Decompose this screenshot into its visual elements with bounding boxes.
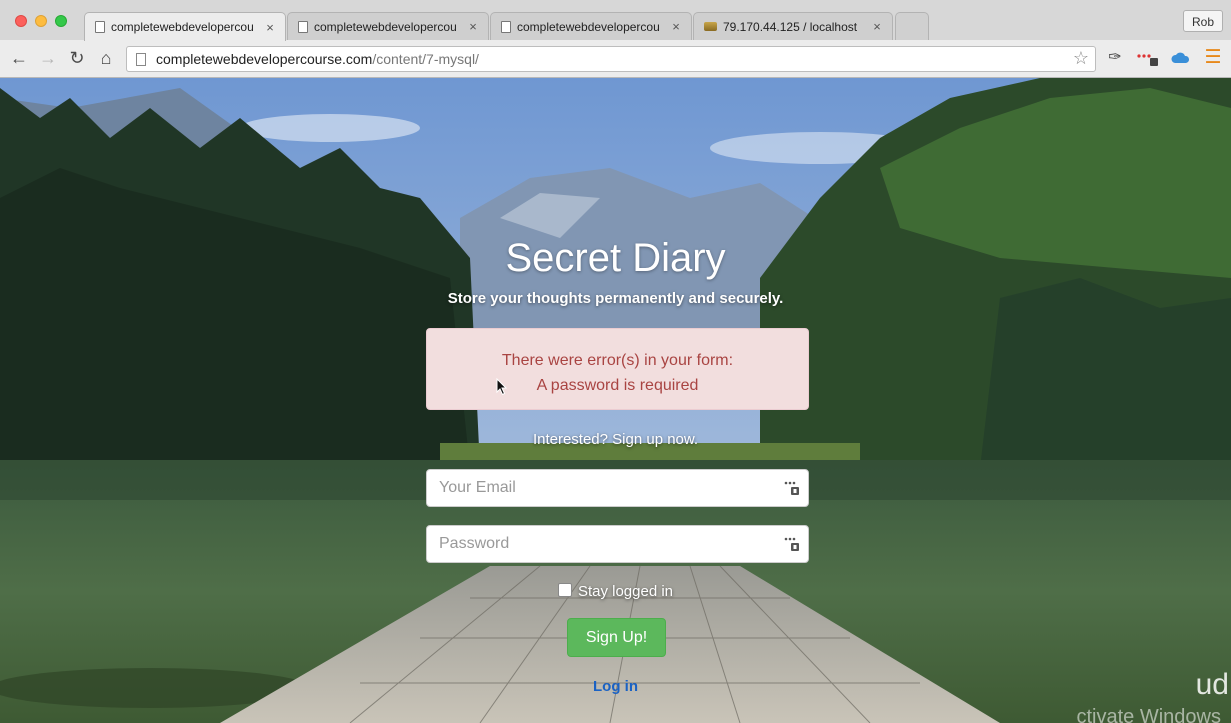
- close-tab-icon[interactable]: ×: [263, 20, 277, 35]
- address-bar[interactable]: completewebdevelopercourse.com/content/7…: [126, 46, 1096, 72]
- bookmark-star-icon[interactable]: ☆: [1073, 48, 1089, 69]
- page-viewport: Secret Diary Store your thoughts permane…: [0, 78, 1231, 723]
- url-text: completewebdevelopercourse.com/content/7…: [156, 51, 479, 67]
- browser-tab-1[interactable]: completewebdevelopercou ×: [84, 12, 286, 41]
- eyedropper-extension-icon[interactable]: ✑: [1104, 48, 1126, 68]
- browser-tab-3[interactable]: completewebdevelopercou ×: [490, 12, 692, 40]
- url-host: completewebdevelopercourse.com: [156, 51, 373, 67]
- tab-strip: completewebdevelopercou × completewebdev…: [0, 0, 1231, 41]
- tab-title: completewebdevelopercou: [517, 19, 660, 34]
- password-field[interactable]: [426, 525, 809, 563]
- page-info-icon: [136, 52, 146, 66]
- tab-title: completewebdevelopercou: [314, 19, 457, 34]
- menu-icon[interactable]: ☰: [1202, 48, 1224, 68]
- minimize-window-button[interactable]: [35, 15, 47, 27]
- close-tab-icon[interactable]: ×: [669, 19, 683, 34]
- page-icon: [501, 20, 511, 33]
- error-alert-message: A password is required: [536, 377, 699, 394]
- login-link[interactable]: Log in: [0, 678, 1231, 695]
- mouse-cursor-icon: [496, 378, 508, 396]
- close-tab-icon[interactable]: ×: [466, 19, 480, 34]
- profile-button[interactable]: Rob: [1182, 10, 1223, 32]
- signup-prompt: Interested? Sign up now.: [532, 431, 699, 448]
- password-manager-icon[interactable]: [784, 480, 800, 496]
- browser-chrome: completewebdevelopercou × completewebdev…: [0, 0, 1231, 78]
- error-alert-title: There were error(s) in your form:: [501, 352, 734, 369]
- zoom-window-button[interactable]: [55, 15, 67, 27]
- email-input[interactable]: [427, 470, 781, 506]
- page-title: Secret Diary: [505, 236, 726, 280]
- cloud-extension-icon[interactable]: [1170, 48, 1192, 68]
- diary-page: Secret Diary Store your thoughts permane…: [0, 78, 1231, 723]
- back-arrow-icon[interactable]: ←: [9, 48, 29, 68]
- stay-logged-in-row: Stay logged in: [0, 583, 1231, 600]
- tab-title: completewebdevelopercou: [111, 20, 254, 34]
- page-icon: [95, 21, 105, 33]
- password-manager-icon[interactable]: [784, 536, 800, 552]
- udemy-watermark: ud: [1195, 668, 1229, 701]
- browser-tab-4[interactable]: 79.170.44.125 / localhost ×: [693, 12, 893, 40]
- close-window-button[interactable]: [15, 15, 27, 27]
- tab-title: 79.170.44.125 / localhost: [723, 19, 858, 34]
- reload-icon[interactable]: ↻: [67, 48, 87, 68]
- stay-logged-in-checkbox[interactable]: [557, 583, 572, 597]
- browser-tab-2[interactable]: completewebdevelopercou ×: [287, 12, 489, 40]
- phpmyadmin-icon: [704, 22, 717, 31]
- new-tab-button[interactable]: [895, 12, 929, 40]
- page-icon: [298, 20, 308, 33]
- close-tab-icon[interactable]: ×: [870, 19, 884, 34]
- password-input[interactable]: [427, 526, 781, 562]
- activate-windows-watermark: ctivate Windows: [1076, 706, 1222, 723]
- forward-arrow-icon[interactable]: →: [38, 48, 58, 68]
- error-alert: There were error(s) in your form: A pass…: [426, 328, 809, 410]
- page-tagline: Store your thoughts permanently and secu…: [447, 290, 784, 307]
- email-field[interactable]: [426, 469, 809, 507]
- stay-logged-in-label[interactable]: Stay logged in: [578, 583, 673, 600]
- url-path: /content/7-mysql/: [372, 51, 479, 67]
- home-icon[interactable]: ⌂: [96, 48, 116, 68]
- password-extension-icon[interactable]: [1136, 48, 1160, 68]
- signup-button[interactable]: Sign Up!: [567, 618, 666, 657]
